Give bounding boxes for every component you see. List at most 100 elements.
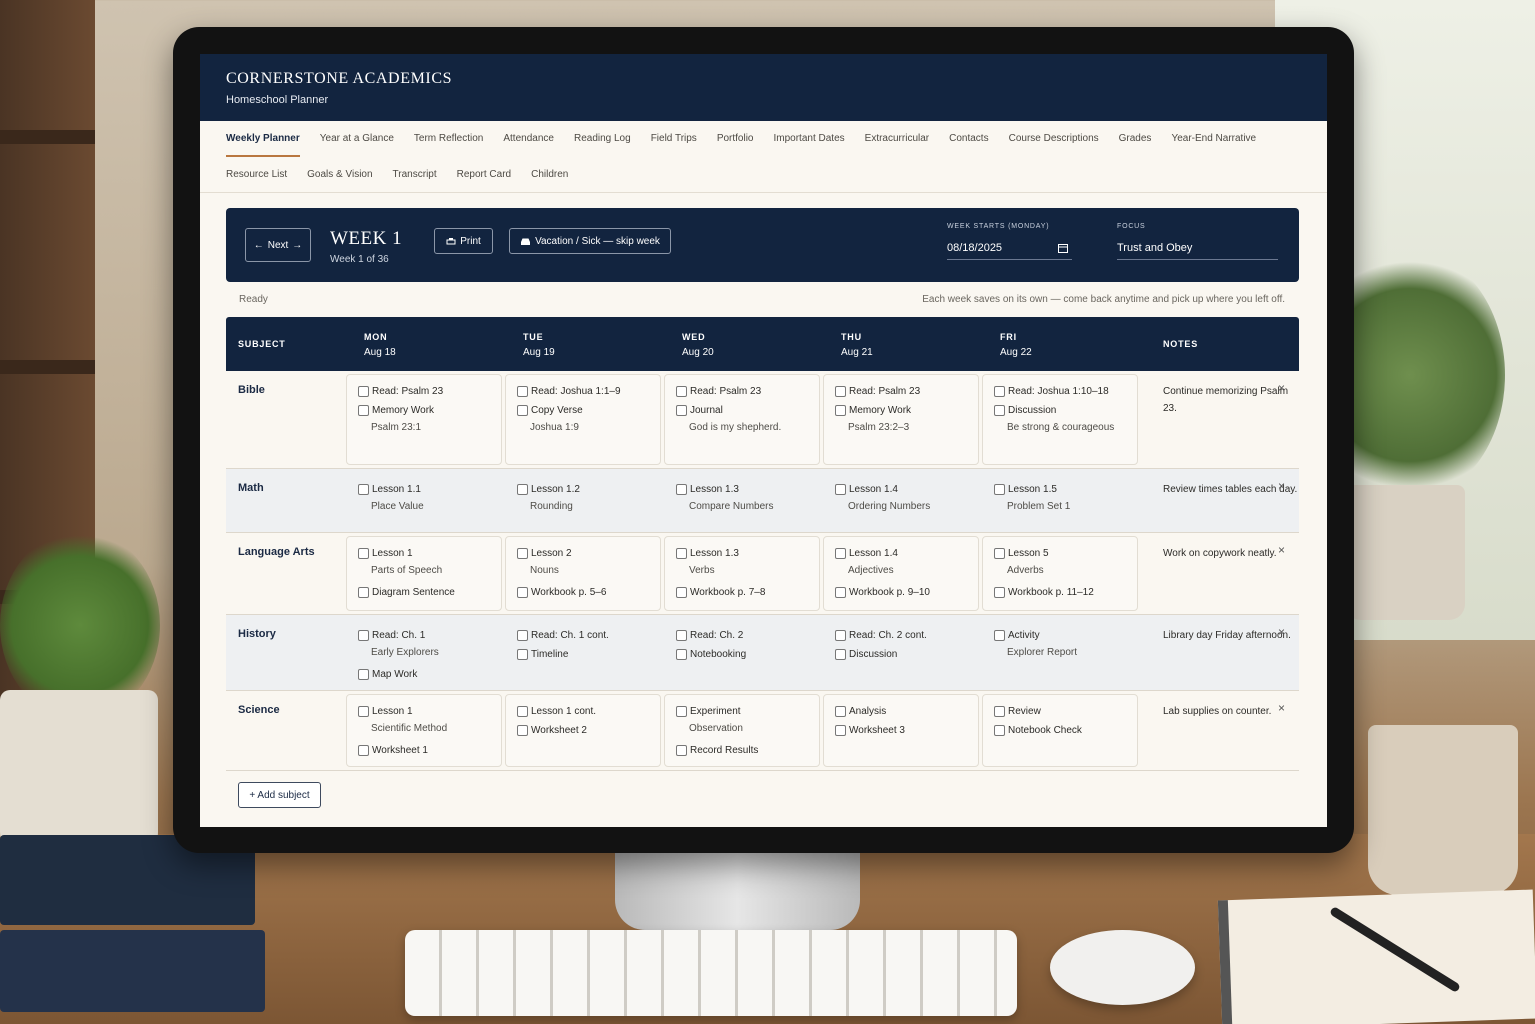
task-item[interactable]: Lesson 1.2 xyxy=(517,483,660,496)
task-item[interactable]: Lesson 1.3 xyxy=(676,547,819,560)
task-checkbox[interactable] xyxy=(676,548,687,559)
task-item[interactable]: Read: Joshua 1:1–9 xyxy=(517,385,660,398)
tab-children[interactable]: Children xyxy=(521,157,578,193)
task-item[interactable]: Worksheet 1 xyxy=(358,744,501,757)
task-checkbox[interactable] xyxy=(358,484,369,495)
remove-subject-icon[interactable]: × xyxy=(1278,542,1285,559)
task-item[interactable]: Workbook p. 9–10 xyxy=(835,586,978,599)
notes-cell[interactable]: Review times tables each day. × xyxy=(1141,469,1299,532)
task-checkbox[interactable] xyxy=(835,706,846,717)
task-checkbox[interactable] xyxy=(676,587,687,598)
task-item[interactable]: Review xyxy=(994,705,1137,718)
tab-year-end-narrative[interactable]: Year-End Narrative xyxy=(1161,121,1266,157)
task-item[interactable]: Worksheet 3 xyxy=(835,724,978,737)
task-item[interactable]: Workbook p. 7–8 xyxy=(676,586,819,599)
task-checkbox[interactable] xyxy=(994,706,1005,717)
task-item[interactable]: Lesson 1 xyxy=(358,705,501,718)
tab-portfolio[interactable]: Portfolio xyxy=(707,121,764,157)
tab-weekly-planner[interactable]: Weekly Planner xyxy=(216,121,310,157)
tab-year-at-a-glance[interactable]: Year at a Glance xyxy=(310,121,404,157)
task-checkbox[interactable] xyxy=(835,630,846,641)
task-checkbox[interactable] xyxy=(676,386,687,397)
task-checkbox[interactable] xyxy=(994,630,1005,641)
task-item[interactable]: Notebooking xyxy=(676,648,819,661)
task-checkbox[interactable] xyxy=(835,587,846,598)
task-item[interactable]: Lesson 1 xyxy=(358,547,501,560)
task-checkbox[interactable] xyxy=(994,587,1005,598)
task-checkbox[interactable] xyxy=(994,725,1005,736)
task-checkbox[interactable] xyxy=(517,548,528,559)
task-item[interactable]: Discussion xyxy=(994,404,1137,417)
task-checkbox[interactable] xyxy=(835,386,846,397)
tab-goals-vision[interactable]: Goals & Vision xyxy=(297,157,382,193)
notes-cell[interactable]: Lab supplies on counter. × xyxy=(1141,691,1299,770)
task-checkbox[interactable] xyxy=(358,405,369,416)
notes-cell[interactable]: Continue memorizing Psalm 23. × xyxy=(1141,371,1299,468)
task-checkbox[interactable] xyxy=(358,630,369,641)
task-checkbox[interactable] xyxy=(676,649,687,660)
task-checkbox[interactable] xyxy=(358,745,369,756)
task-checkbox[interactable] xyxy=(994,386,1005,397)
remove-subject-icon[interactable]: × xyxy=(1278,380,1285,397)
task-item[interactable]: Workbook p. 5–6 xyxy=(517,586,660,599)
notes-cell[interactable]: Library day Friday afternoon. × xyxy=(1141,615,1299,690)
task-item[interactable]: Read: Ch. 1 xyxy=(358,629,501,642)
calendar-icon[interactable] xyxy=(1058,243,1068,253)
tab-resource-list[interactable]: Resource List xyxy=(216,157,297,193)
task-checkbox[interactable] xyxy=(676,706,687,717)
task-checkbox[interactable] xyxy=(676,484,687,495)
task-item[interactable]: Memory Work xyxy=(835,404,978,417)
task-checkbox[interactable] xyxy=(517,484,528,495)
task-checkbox[interactable] xyxy=(676,405,687,416)
task-checkbox[interactable] xyxy=(676,630,687,641)
task-item[interactable]: Discussion xyxy=(835,648,978,661)
task-item[interactable]: Lesson 1.4 xyxy=(835,483,978,496)
next-week-button[interactable]: ← Next → xyxy=(245,228,311,262)
tab-report-card[interactable]: Report Card xyxy=(447,157,521,193)
week-start-input[interactable]: 08/18/2025 xyxy=(947,242,1072,260)
task-checkbox[interactable] xyxy=(994,484,1005,495)
task-checkbox[interactable] xyxy=(517,587,528,598)
tab-transcript[interactable]: Transcript xyxy=(383,157,447,193)
task-item[interactable]: Read: Ch. 2 xyxy=(676,629,819,642)
task-item[interactable]: Notebook Check xyxy=(994,724,1137,737)
task-item[interactable]: Timeline xyxy=(517,648,660,661)
task-checkbox[interactable] xyxy=(517,405,528,416)
task-item[interactable]: Map Work xyxy=(358,668,501,681)
task-item[interactable]: Experiment xyxy=(676,705,819,718)
tab-reading-log[interactable]: Reading Log xyxy=(564,121,641,157)
task-item[interactable]: Lesson 1.1 xyxy=(358,483,501,496)
tab-extracurricular[interactable]: Extracurricular xyxy=(855,121,939,157)
task-checkbox[interactable] xyxy=(835,649,846,660)
task-item[interactable]: Lesson 1.5 xyxy=(994,483,1137,496)
task-item[interactable]: Worksheet 2 xyxy=(517,724,660,737)
task-checkbox[interactable] xyxy=(994,548,1005,559)
task-item[interactable]: Read: Psalm 23 xyxy=(358,385,501,398)
task-item[interactable]: Journal xyxy=(676,404,819,417)
remove-subject-icon[interactable]: × xyxy=(1278,624,1285,641)
task-checkbox[interactable] xyxy=(358,386,369,397)
task-item[interactable]: Activity xyxy=(994,629,1137,642)
task-item[interactable]: Read: Ch. 1 cont. xyxy=(517,629,660,642)
task-checkbox[interactable] xyxy=(517,649,528,660)
task-checkbox[interactable] xyxy=(835,484,846,495)
tab-attendance[interactable]: Attendance xyxy=(493,121,564,157)
task-checkbox[interactable] xyxy=(994,405,1005,416)
print-button[interactable]: Print xyxy=(434,228,493,254)
tab-important-dates[interactable]: Important Dates xyxy=(764,121,855,157)
task-checkbox[interactable] xyxy=(835,725,846,736)
focus-input[interactable]: Trust and Obey xyxy=(1117,242,1278,260)
task-item[interactable]: Lesson 1 cont. xyxy=(517,705,660,718)
task-item[interactable]: Read: Ch. 2 cont. xyxy=(835,629,978,642)
task-item[interactable]: Lesson 1.3 xyxy=(676,483,819,496)
task-item[interactable]: Record Results xyxy=(676,744,819,757)
tab-contacts[interactable]: Contacts xyxy=(939,121,998,157)
task-checkbox[interactable] xyxy=(358,587,369,598)
task-item[interactable]: Diagram Sentence xyxy=(358,586,501,599)
task-checkbox[interactable] xyxy=(358,706,369,717)
tab-term-reflection[interactable]: Term Reflection xyxy=(404,121,493,157)
skip-week-button[interactable]: Vacation / Sick — skip week xyxy=(509,228,671,254)
task-item[interactable]: Analysis xyxy=(835,705,978,718)
task-item[interactable]: Lesson 5 xyxy=(994,547,1137,560)
task-item[interactable]: Read: Joshua 1:10–18 xyxy=(994,385,1137,398)
